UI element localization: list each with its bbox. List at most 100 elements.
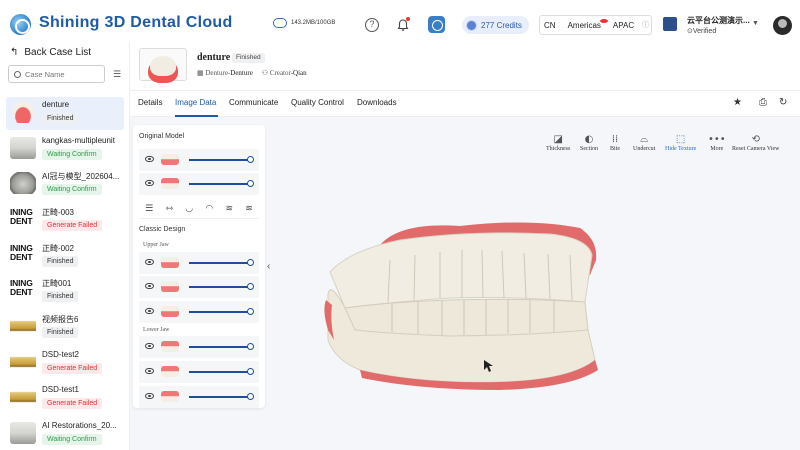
side-left-icon[interactable]: ≋ bbox=[225, 203, 233, 214]
opacity-slider[interactable] bbox=[189, 183, 249, 185]
case-name: 正畸-003 bbox=[42, 208, 75, 217]
opacity-slider[interactable] bbox=[189, 346, 249, 348]
help-icon[interactable]: ? bbox=[365, 18, 379, 32]
hide-texture-tool[interactable]: ⬚ Hide Texture bbox=[665, 133, 696, 152]
thickness-icon: ◪ bbox=[553, 134, 563, 145]
region-americas-option[interactable]: Americas bbox=[560, 18, 609, 30]
arch-upper-icon[interactable]: ◠ bbox=[205, 203, 213, 214]
upper-jaw-heading: Upper Jaw bbox=[143, 242, 169, 248]
tab-image-data[interactable]: Image Data bbox=[175, 98, 216, 107]
case-list-item[interactable]: kangkas-multipleunit Waiting Confirm bbox=[6, 133, 124, 166]
credits-badge[interactable]: 277 Credits bbox=[462, 16, 529, 34]
case-search[interactable] bbox=[8, 65, 105, 83]
tab-quality-control[interactable]: Quality Control bbox=[291, 98, 344, 107]
opacity-slider[interactable] bbox=[189, 286, 249, 288]
lang-cn-option[interactable]: CN bbox=[540, 21, 560, 30]
section-tool[interactable]: ◐ Section bbox=[580, 133, 598, 152]
slider-handle[interactable] bbox=[247, 259, 254, 266]
opacity-slider[interactable] bbox=[189, 159, 249, 161]
more-tool[interactable]: ••• More bbox=[708, 133, 726, 152]
layers-panel: Original Model ☰ ⇿ ◡ ◠ ≋ ≋ Classic Desig… bbox=[133, 125, 265, 408]
bite-view-icon[interactable]: ⇿ bbox=[165, 203, 173, 214]
case-list-item[interactable]: INING DENT 正畸-002 Finished bbox=[6, 240, 124, 273]
organization-name[interactable]: 云平台公测演示... bbox=[687, 15, 750, 26]
tab-downloads[interactable]: Downloads bbox=[357, 98, 397, 107]
eye-visibility-icon[interactable] bbox=[145, 343, 154, 349]
slider-handle[interactable] bbox=[247, 283, 254, 290]
status-badge: Waiting Confirm bbox=[42, 434, 102, 445]
search-icon bbox=[14, 70, 21, 78]
region-apac-option[interactable]: APAC bbox=[609, 21, 638, 30]
eye-visibility-icon[interactable] bbox=[145, 180, 154, 186]
case-thumbnail bbox=[10, 315, 36, 337]
status-badge: Generate Failed bbox=[42, 220, 103, 231]
filter-list-icon[interactable]: ☰ bbox=[113, 69, 121, 80]
slider-handle[interactable] bbox=[247, 180, 254, 187]
upper-teeth bbox=[329, 232, 593, 309]
case-sidebar: ↰ Back Case List ☰ denture Finished kang… bbox=[0, 41, 130, 450]
bite-tool[interactable]: ⁞⁞ Bite bbox=[610, 133, 620, 152]
tab-communicate[interactable]: Communicate bbox=[229, 98, 278, 107]
upper-jaw-icon bbox=[161, 154, 179, 165]
eye-visibility-icon[interactable] bbox=[145, 368, 154, 374]
case-list-item[interactable]: AI冠与模型_202604... Waiting Confirm bbox=[6, 168, 124, 201]
storage-usage: 143.2MB/100GB bbox=[291, 20, 336, 26]
user-avatar[interactable] bbox=[773, 16, 792, 35]
case-list-item[interactable]: denture Finished bbox=[6, 97, 124, 130]
app-switcher-icon[interactable] bbox=[428, 16, 445, 33]
case-list-item[interactable]: AI Restorations_20... Waiting Confirm bbox=[6, 418, 124, 450]
case-title: denture bbox=[197, 52, 231, 63]
slider-handle[interactable] bbox=[247, 368, 254, 375]
arch-lower-icon[interactable]: ◡ bbox=[185, 203, 193, 214]
storage-indicator[interactable]: 143.2MB/100GB bbox=[273, 18, 335, 28]
notification-bell-icon[interactable] bbox=[396, 17, 410, 32]
opacity-slider[interactable] bbox=[189, 311, 249, 313]
upper-view-icon[interactable]: ☰ bbox=[145, 203, 153, 214]
eye-visibility-icon[interactable] bbox=[145, 156, 154, 162]
chevron-down-icon[interactable]: ▼ bbox=[752, 20, 759, 27]
slider-handle[interactable] bbox=[247, 343, 254, 350]
collapse-panel-chevron-icon[interactable]: ‹ bbox=[267, 261, 270, 272]
status-badge: Waiting Confirm bbox=[42, 149, 102, 160]
eye-visibility-icon[interactable] bbox=[145, 259, 154, 265]
thickness-tool[interactable]: ◪ Thickness bbox=[546, 133, 570, 152]
case-list-item[interactable]: 视频报告6 Finished bbox=[6, 311, 124, 344]
info-icon[interactable]: ⓘ bbox=[638, 20, 653, 30]
eye-visibility-icon[interactable] bbox=[145, 283, 154, 289]
slider-handle[interactable] bbox=[247, 393, 254, 400]
refresh-icon[interactable]: ↻ bbox=[779, 97, 787, 108]
eye-visibility-icon[interactable] bbox=[145, 308, 154, 314]
case-search-input[interactable] bbox=[25, 69, 100, 79]
classic-design-heading: Classic Design bbox=[139, 226, 186, 233]
star-favorite-icon[interactable]: ★ bbox=[733, 97, 742, 108]
slider-handle[interactable] bbox=[247, 308, 254, 315]
back-label: Back Case List bbox=[24, 47, 92, 58]
shining3d-logo-icon[interactable] bbox=[10, 14, 31, 35]
back-case-list-button[interactable]: ↰ Back Case List bbox=[10, 47, 91, 58]
case-thumbnail bbox=[10, 137, 36, 159]
case-type: ▦ Denture-Denture bbox=[197, 69, 253, 77]
case-status-badge: Finished bbox=[232, 53, 265, 63]
opacity-slider[interactable] bbox=[189, 262, 249, 264]
case-list-item[interactable]: DSD-test2 Generate Failed bbox=[6, 347, 124, 380]
tab-details[interactable]: Details bbox=[138, 98, 162, 107]
case-list-item[interactable]: DSD-test1 Generate Failed bbox=[6, 382, 124, 415]
3d-viewer[interactable]: Original Model ☰ ⇿ ◡ ◠ ≋ ≋ Classic Desig… bbox=[130, 117, 800, 450]
opacity-slider[interactable] bbox=[189, 371, 249, 373]
slider-handle[interactable] bbox=[247, 156, 254, 163]
denture-3d-model[interactable] bbox=[320, 210, 610, 390]
case-list-item[interactable]: INING DENT 正畸001 Finished bbox=[6, 275, 124, 308]
case-name: AI冠与模型_202604... bbox=[42, 172, 120, 181]
print-icon[interactable]: ⎙ bbox=[759, 97, 767, 108]
grid-icon: ▦ bbox=[197, 69, 204, 77]
opacity-slider[interactable] bbox=[189, 396, 249, 398]
case-list-item[interactable]: INING DENT 正畸-003 Generate Failed bbox=[6, 204, 124, 237]
brand-title[interactable]: Shining 3D Dental Cloud bbox=[39, 14, 233, 32]
side-right-icon[interactable]: ≋ bbox=[245, 203, 253, 214]
case-thumbnail-logo: INING DENT bbox=[10, 278, 33, 297]
case-name: denture bbox=[42, 100, 70, 109]
status-badge: Finished bbox=[42, 291, 79, 302]
eye-visibility-icon[interactable] bbox=[145, 393, 154, 399]
reset-camera-tool[interactable]: ⟲ Reset Camera View bbox=[732, 133, 780, 152]
undercut-tool[interactable]: ⌓ Undercut bbox=[633, 133, 655, 152]
